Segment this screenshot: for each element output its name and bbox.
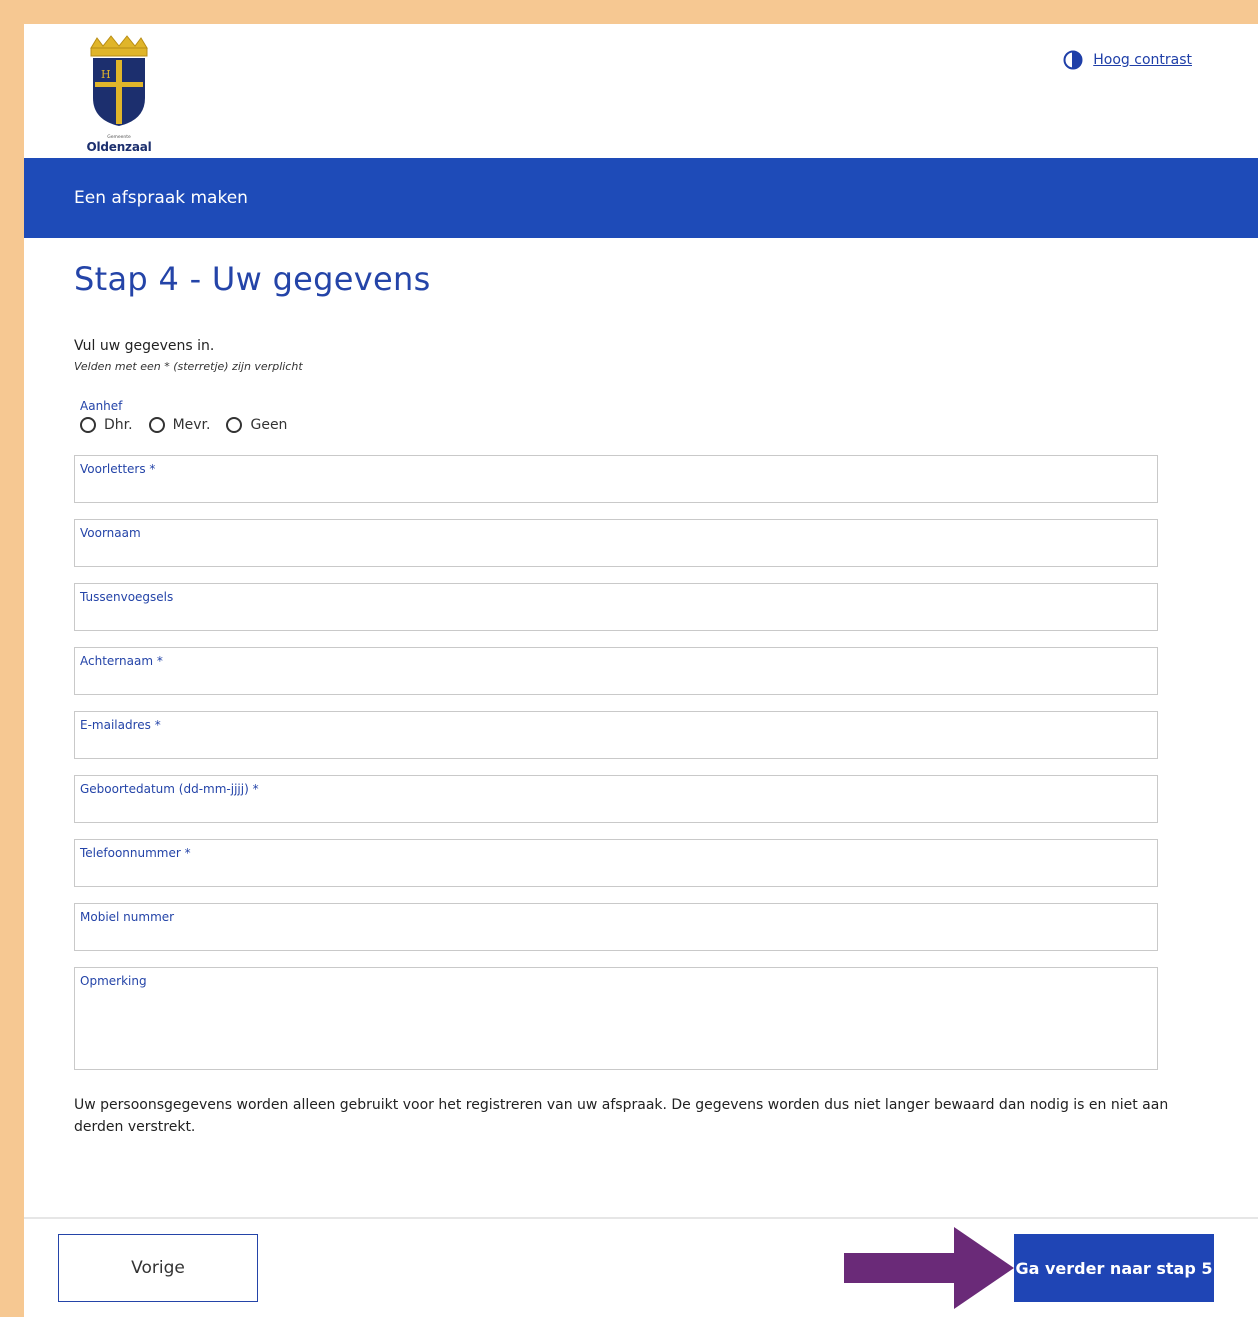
next-step-button[interactable]: Ga verder naar stap 5 (1014, 1234, 1214, 1302)
radio-mevr[interactable]: Mevr. (148, 417, 211, 433)
last-name-label: Achternaam * (80, 654, 163, 668)
email-field[interactable]: E-mailadres * (74, 711, 1158, 759)
email-label: E-mailadres * (80, 718, 161, 732)
high-contrast-link[interactable]: Hoog contrast (1063, 50, 1192, 70)
municipality-logo[interactable]: H Gemeente Oldenzaal (79, 34, 159, 154)
privacy-notice: Uw persoonsgegevens worden alleen gebrui… (74, 1097, 1169, 1135)
phone-label: Telefoonnummer * (80, 846, 191, 860)
radio-circle[interactable] (148, 417, 165, 433)
required-note: Velden met een * (sterretje) zijn verpli… (74, 360, 303, 373)
phone-field[interactable]: Telefoonnummer * (74, 839, 1158, 887)
radio-dhr[interactable]: Dhr. (80, 417, 133, 433)
previous-button[interactable]: Vorige (58, 1234, 258, 1302)
birthdate-field[interactable]: Geboortedatum (dd-mm-jjjj) * (74, 775, 1158, 823)
mobile-field[interactable]: Mobiel nummer (74, 903, 1158, 951)
page-title: Stap 4 - Uw gegevens (74, 260, 431, 298)
banner-title: Een afspraak maken (74, 188, 248, 208)
radio-geen[interactable]: Geen (226, 417, 287, 433)
salutation-label: Aanhef (80, 399, 123, 413)
high-contrast-label: Hoog contrast (1093, 52, 1192, 68)
annotation-arrow-icon (844, 1227, 1014, 1309)
remark-textarea[interactable]: Opmerking (74, 967, 1158, 1070)
svg-text:H: H (101, 68, 111, 81)
contrast-icon (1063, 50, 1083, 70)
first-name-field[interactable]: Voornaam (74, 519, 1158, 567)
birthdate-label: Geboortedatum (dd-mm-jjjj) * (80, 782, 259, 796)
header: H Gemeente Oldenzaal Hoog contrast (24, 24, 1258, 158)
form-content: Stap 4 - Uw gegevens Vul uw gegevens in.… (24, 260, 1258, 1138)
crest-icon: H (90, 35, 148, 126)
radio-label-mevr: Mevr. (172, 417, 211, 433)
infix-label: Tussenvoegsels (80, 590, 174, 604)
logo-name: Oldenzaal (86, 140, 152, 154)
last-name-field[interactable]: Achternaam * (74, 647, 1158, 695)
page: H Gemeente Oldenzaal Hoog contrast Een a… (24, 24, 1258, 1317)
salutation-group: Aanhef Dhr. Mevr. Geen (74, 399, 1182, 433)
radio-label-geen: Geen (250, 417, 288, 433)
footer-nav: Vorige Ga verder naar stap 5 (24, 1217, 1258, 1317)
remark-label: Opmerking (80, 974, 147, 988)
initials-field[interactable]: Voorletters * (74, 455, 1158, 503)
initials-label: Voorletters * (80, 462, 156, 476)
infix-field[interactable]: Tussenvoegsels (74, 583, 1158, 631)
radio-label-dhr: Dhr. (104, 417, 133, 433)
first-name-label: Voornaam (80, 526, 141, 540)
mobile-label: Mobiel nummer (80, 910, 175, 924)
radio-circle[interactable] (226, 417, 243, 433)
intro-text: Vul uw gegevens in. (74, 338, 215, 354)
banner: Een afspraak maken (24, 158, 1258, 238)
radio-circle[interactable] (80, 417, 96, 433)
